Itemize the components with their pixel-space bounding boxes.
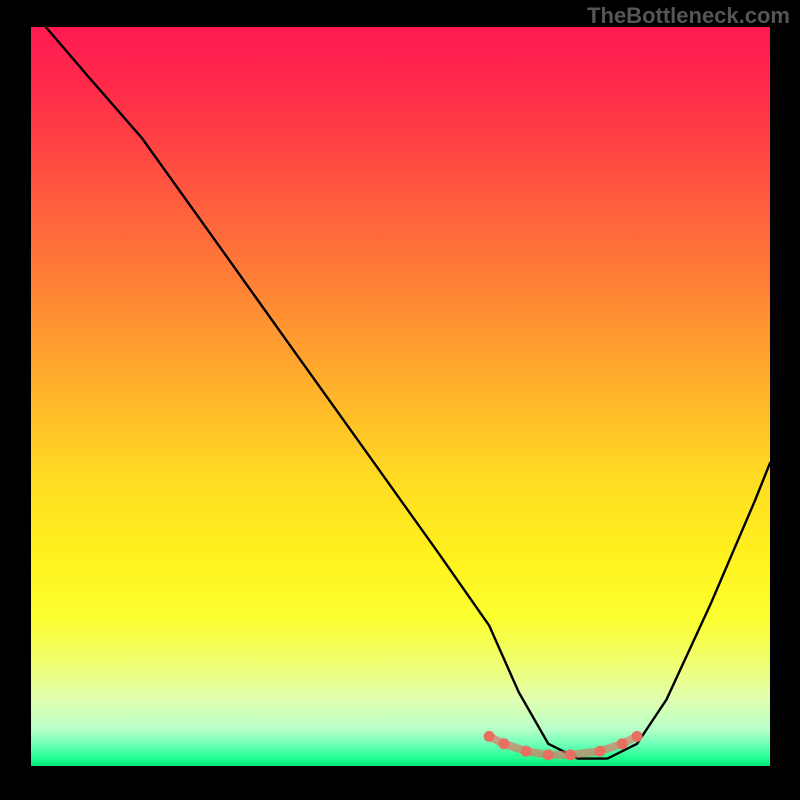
highlight-dot [632, 731, 643, 742]
chart-plot-area [31, 27, 770, 766]
highlight-dot [565, 749, 576, 760]
highlight-dot [617, 738, 628, 749]
watermark-text: TheBottleneck.com [587, 3, 790, 29]
highlight-dot [595, 746, 606, 757]
chart-curve-line [46, 27, 770, 759]
highlight-dot [543, 749, 554, 760]
highlight-segment [489, 736, 637, 755]
highlight-dot [484, 731, 495, 742]
highlight-dot [521, 746, 532, 757]
chart-highlight-dots [484, 731, 643, 761]
chart-svg [31, 27, 770, 766]
highlight-dot [499, 738, 510, 749]
